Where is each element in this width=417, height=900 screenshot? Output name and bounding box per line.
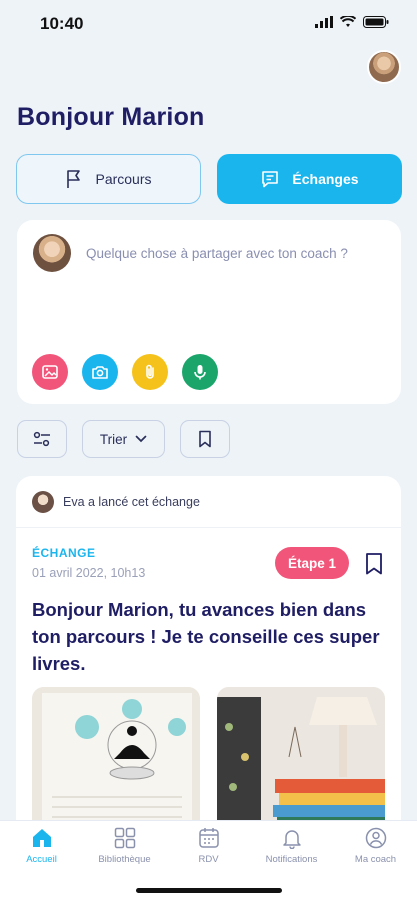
composer-input[interactable]: Quelque chose à partager avec ton coach … bbox=[86, 244, 386, 264]
tab-ma-coach[interactable]: Ma coach bbox=[334, 827, 417, 865]
wifi-icon bbox=[340, 16, 356, 27]
tab-label: Accueil bbox=[26, 854, 57, 865]
avatar bbox=[32, 491, 54, 513]
tab-rdv[interactable]: RDV bbox=[167, 827, 250, 865]
bookmark-icon bbox=[199, 430, 211, 448]
tab-label: Notifications bbox=[265, 854, 318, 865]
exchange-card[interactable]: Eva a lancé cet échange ÉCHANGE 01 avril… bbox=[16, 476, 401, 856]
camera-icon bbox=[92, 366, 108, 379]
image-icon bbox=[42, 365, 58, 379]
bell-icon bbox=[282, 830, 301, 849]
card-header: Eva a lancé cet échange bbox=[16, 476, 401, 528]
card-message: Bonjour Marion, tu avances bien dans ton… bbox=[32, 599, 380, 674]
tab-notifications[interactable]: Notifications bbox=[250, 827, 333, 865]
status-bar: 10:40 bbox=[0, 0, 417, 46]
tab-echanges[interactable]: Échanges bbox=[217, 154, 402, 204]
chat-icon bbox=[262, 171, 279, 188]
microphone-icon bbox=[194, 365, 206, 380]
flag-icon bbox=[67, 170, 81, 188]
status-icons bbox=[315, 16, 389, 28]
paperclip-icon bbox=[146, 364, 154, 379]
camera-attach-button[interactable] bbox=[82, 354, 118, 390]
home-icon bbox=[32, 829, 51, 847]
post-composer: Quelque chose à partager avec ton coach … bbox=[17, 220, 401, 404]
card-date: 01 avril 2022, 10h13 bbox=[32, 566, 146, 580]
file-attach-button[interactable] bbox=[132, 354, 168, 390]
sort-label: Trier bbox=[99, 431, 128, 447]
image-attach-button[interactable] bbox=[32, 354, 68, 390]
status-badge: Étape 1 bbox=[275, 547, 349, 579]
page-title: Bonjour Marion bbox=[17, 103, 205, 131]
calendar-icon bbox=[198, 828, 219, 848]
status-time: 10:40 bbox=[40, 14, 84, 33]
sliders-icon bbox=[33, 431, 50, 447]
tab-label: Bibliothèque bbox=[98, 854, 151, 865]
avatar bbox=[33, 234, 71, 272]
user-circle-icon bbox=[365, 827, 386, 849]
tab-parcours[interactable]: Parcours bbox=[16, 154, 201, 204]
tab-echanges-label: Échanges bbox=[292, 171, 359, 187]
filter-button[interactable] bbox=[17, 420, 67, 458]
tab-label: RDV bbox=[198, 854, 219, 865]
battery-icon bbox=[363, 16, 389, 28]
saved-filter-button[interactable] bbox=[180, 420, 230, 458]
audio-attach-button[interactable] bbox=[182, 354, 218, 390]
signal-icon bbox=[315, 16, 333, 28]
profile-avatar[interactable] bbox=[367, 50, 401, 84]
card-type: ÉCHANGE bbox=[32, 546, 96, 560]
home-indicator bbox=[136, 888, 282, 893]
tab-parcours-label: Parcours bbox=[95, 171, 152, 187]
bookmark-icon[interactable] bbox=[364, 552, 384, 576]
tab-label: Ma coach bbox=[354, 854, 397, 865]
grid-icon bbox=[114, 827, 135, 849]
card-launcher-text: Eva a lancé cet échange bbox=[63, 495, 200, 509]
tab-accueil[interactable]: Accueil bbox=[0, 827, 83, 865]
tab-bibliotheque[interactable]: Bibliothèque bbox=[83, 827, 166, 865]
sort-button[interactable]: Trier bbox=[82, 420, 165, 458]
chevron-down-icon bbox=[135, 435, 147, 443]
